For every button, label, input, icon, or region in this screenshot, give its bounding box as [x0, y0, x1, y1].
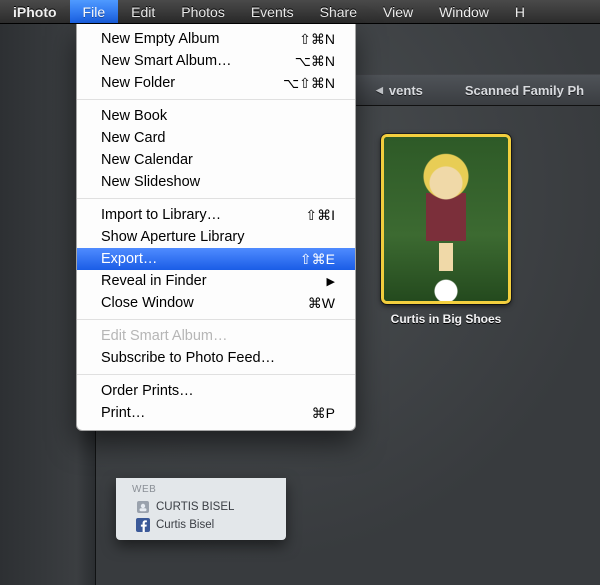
- menu-subscribe-photo-feed[interactable]: Subscribe to Photo Feed…: [77, 347, 355, 369]
- sidebar-item-mobileme[interactable]: CURTIS BISEL: [126, 498, 280, 516]
- events-label: vents: [389, 83, 423, 98]
- window-menu[interactable]: Window: [426, 0, 502, 23]
- menu-new-smart-album[interactable]: New Smart Album…⌥⌘N: [77, 50, 355, 72]
- submenu-arrow-icon: ▶: [327, 275, 335, 288]
- view-menu[interactable]: View: [370, 0, 426, 23]
- events-button[interactable]: ◀ vents: [376, 83, 423, 98]
- album-tab-label: Scanned Family Ph: [465, 83, 584, 98]
- menu-sep: [77, 374, 355, 375]
- menu-reveal-in-finder[interactable]: Reveal in Finder▶: [77, 270, 355, 292]
- menu-new-calendar[interactable]: New Calendar: [77, 149, 355, 171]
- menu-export[interactable]: Export…⇧⌘E: [77, 248, 355, 270]
- menu-print[interactable]: Print…⌘P: [77, 402, 355, 424]
- menu-new-card[interactable]: New Card: [77, 127, 355, 149]
- sidebar-item-label: CURTIS BISEL: [156, 501, 234, 513]
- mobileme-icon: [136, 500, 150, 514]
- photos-menu[interactable]: Photos: [168, 0, 238, 23]
- menu-new-empty-album[interactable]: New Empty Album⇧⌘N: [77, 28, 355, 50]
- menu-order-prints[interactable]: Order Prints…: [77, 380, 355, 402]
- sidebar-item-facebook[interactable]: Curtis Bisel: [126, 516, 280, 534]
- menu-bar: iPhoto File Edit Photos Events Share Vie…: [0, 0, 600, 24]
- menu-new-book[interactable]: New Book: [77, 105, 355, 127]
- app-menu[interactable]: iPhoto: [0, 0, 70, 23]
- photo-caption: Curtis in Big Shoes: [381, 312, 511, 326]
- menu-new-slideshow[interactable]: New Slideshow: [77, 171, 355, 193]
- menu-close-window[interactable]: Close Window⌘W: [77, 292, 355, 314]
- facebook-icon: [136, 518, 150, 532]
- menu-sep: [77, 99, 355, 100]
- menu-edit-smart-album: Edit Smart Album…: [77, 325, 355, 347]
- menu-sep: [77, 319, 355, 320]
- album-tab[interactable]: Scanned Family Ph: [465, 83, 584, 98]
- events-menu[interactable]: Events: [238, 0, 307, 23]
- help-menu[interactable]: H: [502, 0, 538, 23]
- edit-menu[interactable]: Edit: [118, 0, 168, 23]
- sidebar-web-section: WEB CURTIS BISEL Curtis Bisel: [116, 478, 286, 540]
- file-menu[interactable]: File: [70, 0, 119, 23]
- file-dropdown: New Empty Album⇧⌘N New Smart Album…⌥⌘N N…: [76, 24, 356, 431]
- menu-new-folder[interactable]: New Folder⌥⇧⌘N: [77, 72, 355, 94]
- menu-show-aperture-library[interactable]: Show Aperture Library: [77, 226, 355, 248]
- photo-image: [381, 134, 511, 304]
- sidebar-section-header: WEB: [132, 484, 280, 495]
- photo-thumbnail[interactable]: Curtis in Big Shoes: [381, 134, 511, 326]
- share-menu[interactable]: Share: [307, 0, 370, 23]
- chevron-left-icon: ◀: [376, 85, 383, 96]
- sidebar-item-label: Curtis Bisel: [156, 519, 214, 531]
- menu-sep: [77, 198, 355, 199]
- menu-import-to-library[interactable]: Import to Library…⇧⌘I: [77, 204, 355, 226]
